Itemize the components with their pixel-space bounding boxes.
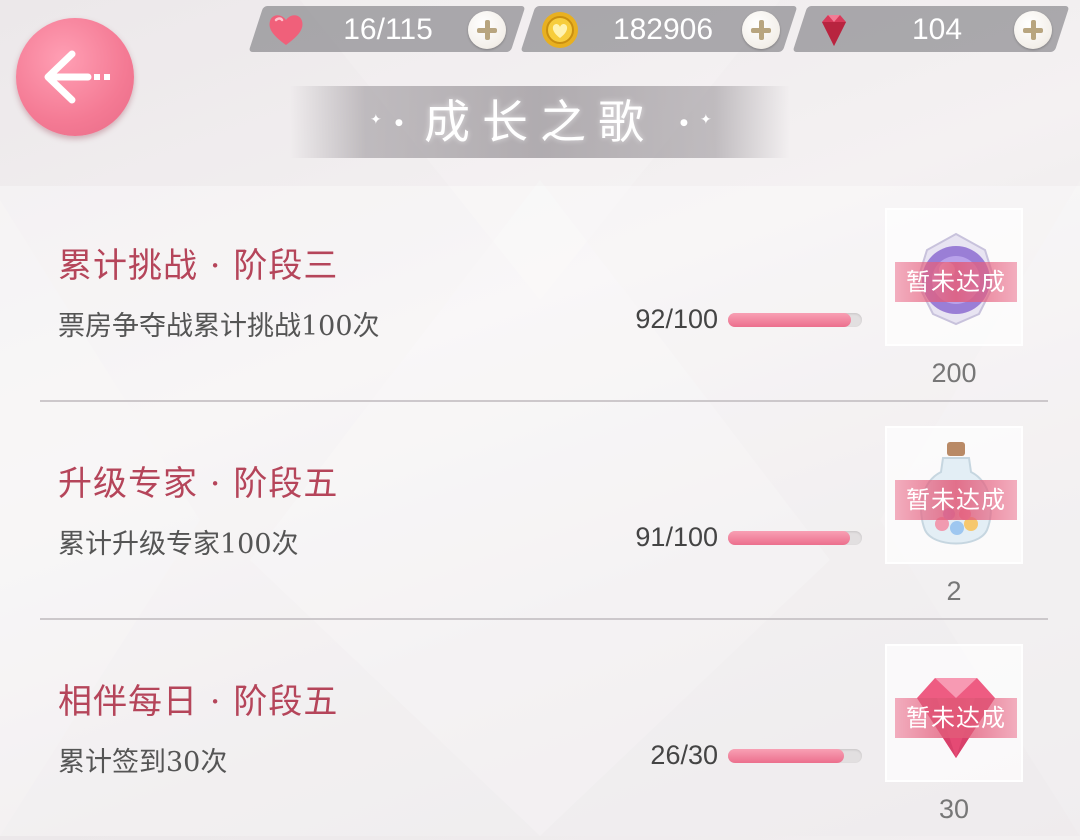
red-gem-icon	[822, 15, 846, 46]
back-button[interactable]	[16, 18, 134, 136]
quest-progress-text: 91/100	[635, 522, 718, 552]
reward-status-ribbon: 暂未达成	[895, 698, 1017, 738]
quest-progress-text: 26/30	[650, 740, 718, 770]
back-arrow-icon	[44, 50, 110, 104]
page-title: 成长之歌	[424, 95, 656, 149]
reward-item-box[interactable]: 暂未达成	[885, 208, 1023, 346]
row-divider	[40, 400, 1048, 402]
gems-value: 104	[911, 13, 963, 46]
reward-item-box[interactable]: 暂未达成	[885, 426, 1023, 564]
quest-description: 累计升级专家100次	[58, 529, 299, 560]
quest-progress-bar	[728, 313, 862, 327]
heart-icon	[269, 15, 303, 45]
quest-title: 相伴每日 · 阶段五	[58, 682, 339, 722]
gold-value: 182906	[612, 13, 714, 46]
quest-title: 累计挑战 · 阶段三	[58, 246, 339, 286]
quest-row: 升级专家 · 阶段五 累计升级专家100次 91/100 暂未达成 2	[40, 404, 1048, 622]
quest-progress-fill	[728, 749, 845, 763]
quest-description: 票房争夺战累计挑战100次	[58, 311, 380, 342]
reward-item-box[interactable]: 暂未达成	[885, 644, 1023, 782]
add-gold-button[interactable]	[742, 11, 780, 49]
reward-count: 2	[946, 576, 962, 606]
row-divider	[40, 618, 1048, 620]
quest-progress-bar	[728, 531, 862, 545]
quest-title: 升级专家 · 阶段五	[58, 464, 339, 504]
add-hearts-button[interactable]	[468, 11, 506, 49]
quest-row: 累计挑战 · 阶段三 票房争夺战累计挑战100次 92/100 暂未达成 200	[40, 186, 1048, 404]
gold-coin-icon	[542, 12, 578, 48]
quest-description: 累计签到30次	[58, 747, 228, 778]
hearts-value: 16/115	[343, 13, 433, 46]
reward-status-ribbon: 暂未达成	[895, 262, 1017, 302]
reward-count: 30	[938, 794, 970, 824]
quest-progress-text: 92/100	[635, 304, 718, 334]
quest-progress-bar	[728, 749, 862, 763]
add-gems-button[interactable]	[1014, 11, 1052, 49]
quest-progress-fill	[728, 531, 850, 545]
reward-status-ribbon: 暂未达成	[895, 480, 1017, 520]
reward-count: 200	[931, 358, 977, 388]
quest-row: 相伴每日 · 阶段五 累计签到30次 26/30 暂未达成 30	[40, 622, 1048, 840]
quest-progress-fill	[728, 313, 852, 327]
